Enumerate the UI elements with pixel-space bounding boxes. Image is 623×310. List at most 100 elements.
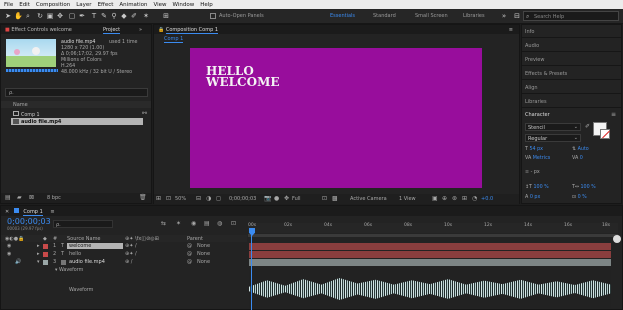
pen-tool-icon[interactable]: ✒ bbox=[78, 12, 86, 20]
column-name[interactable]: Name bbox=[13, 102, 28, 108]
zoom-level[interactable]: 50% bbox=[175, 196, 186, 202]
work-area-end-handle[interactable] bbox=[613, 235, 621, 243]
puppet-tool-icon[interactable]: ✶ bbox=[142, 12, 150, 20]
parent-pickwhip-icon[interactable]: @ bbox=[187, 251, 192, 257]
flowchart-icon[interactable]: ⊛ bbox=[452, 195, 457, 202]
menu-layer[interactable]: Layer bbox=[76, 2, 91, 8]
interpret-footage-icon[interactable]: ▤ bbox=[5, 194, 11, 201]
expand-arrow-icon[interactable]: ▸ bbox=[37, 243, 40, 249]
expand-arrow-icon[interactable]: ▸ bbox=[37, 251, 40, 257]
workspace-essentials[interactable]: Essentials bbox=[330, 13, 355, 19]
sync-icon[interactable]: ⊟ bbox=[513, 12, 521, 20]
comp-breadcrumb[interactable]: Comp 1 bbox=[164, 36, 184, 43]
always-preview-icon[interactable]: ⊞ bbox=[156, 195, 161, 202]
layer-name[interactable]: welcome bbox=[67, 243, 123, 249]
layer-row[interactable]: ◉ ▸ 2 T hello ⊕✦ / @ None bbox=[1, 251, 247, 258]
waveform-group[interactable]: ▾ Waveform bbox=[55, 268, 83, 273]
layer-bar[interactable] bbox=[249, 259, 611, 266]
type-tool-icon[interactable]: T bbox=[90, 12, 98, 20]
column-source-name[interactable]: Source Name bbox=[67, 236, 101, 242]
panel-effects-presets[interactable]: Effects & Presets bbox=[525, 71, 567, 77]
toggle-pixel-icon[interactable]: ▣ bbox=[432, 195, 438, 202]
flowchart-icon[interactable]: ⚯ bbox=[142, 110, 147, 117]
audio-icon[interactable]: 🔊 bbox=[15, 259, 21, 265]
tab-effect-controls[interactable]: Effect Controls welcome bbox=[11, 27, 72, 33]
fast-preview-icon[interactable]: ⊡ bbox=[322, 195, 327, 202]
reset-exposure-icon[interactable]: ⊕ bbox=[442, 195, 447, 202]
shape-tool-icon[interactable]: ▢ bbox=[68, 12, 76, 20]
project-search-input[interactable]: ρ. bbox=[5, 88, 148, 97]
font-style-select[interactable]: Regular ⌄ bbox=[525, 134, 581, 142]
work-area-bar[interactable] bbox=[248, 234, 618, 237]
playhead-line[interactable] bbox=[251, 235, 252, 310]
vertical-scale-field[interactable]: ↕T 100 % bbox=[525, 185, 549, 190]
expand-arrow-icon[interactable]: ▾ bbox=[37, 259, 40, 265]
panel-menu-icon[interactable]: ≡ bbox=[50, 209, 54, 215]
time-ruler[interactable]: 00s 02s 04s 06s 08s 10s 12s 14s 16s 18s bbox=[248, 223, 618, 233]
project-item-footage[interactable]: audio file.mp4 bbox=[11, 118, 143, 125]
delete-icon[interactable]: 🗑 bbox=[139, 194, 147, 201]
menu-window[interactable]: Window bbox=[173, 2, 195, 8]
workspace-more-icon[interactable]: » bbox=[500, 12, 508, 20]
comp-timecode[interactable]: 0;00;00;03 bbox=[229, 196, 256, 202]
parent-pickwhip-icon[interactable]: @ bbox=[187, 243, 192, 249]
search-help-field[interactable]: ⌕ Search Help bbox=[523, 11, 619, 21]
baseline-shift-field[interactable]: A 0 px bbox=[525, 195, 540, 200]
menu-view[interactable]: View bbox=[153, 2, 166, 8]
camera-view[interactable]: Active Camera bbox=[350, 196, 387, 202]
layer-row[interactable]: 🔊 ▾ 3 audio file.mp4 ⊕ / @ None bbox=[1, 259, 247, 266]
tab-composition[interactable]: Composition Comp 1 bbox=[165, 27, 219, 34]
panel-align[interactable]: Align bbox=[525, 85, 538, 91]
roto-brush-tool-icon[interactable]: ✐ bbox=[130, 12, 138, 20]
transparency-grid-icon[interactable]: ▩ bbox=[332, 195, 338, 202]
layer-switches-icons[interactable]: ⊕✦ / bbox=[125, 243, 137, 249]
bit-depth-label[interactable]: 8 bpc bbox=[47, 195, 61, 201]
workspace-small-screen[interactable]: Small Screen bbox=[415, 13, 448, 19]
draft-3d-icon[interactable]: ✶ bbox=[176, 220, 181, 227]
exposure-value[interactable]: +0.0 bbox=[481, 196, 493, 202]
label-color-swatch[interactable] bbox=[43, 252, 48, 257]
grid-icon[interactable]: ⊟ bbox=[196, 195, 201, 202]
layer-bar[interactable] bbox=[249, 243, 611, 250]
menu-composition[interactable]: Composition bbox=[36, 2, 70, 8]
snap-icon[interactable]: ⊞ bbox=[162, 12, 170, 20]
lock-icon[interactable]: 🔒 bbox=[158, 27, 164, 33]
shy-icon[interactable]: ◉ bbox=[191, 220, 196, 227]
visibility-icon[interactable]: ◉ bbox=[7, 243, 11, 249]
timeline-timecode[interactable]: 0;00;00;03 bbox=[7, 217, 51, 226]
panel-audio[interactable]: Audio bbox=[525, 43, 539, 49]
eyedropper-icon[interactable]: ✐ bbox=[585, 123, 590, 130]
layer-bar[interactable] bbox=[249, 251, 611, 258]
project-item-comp[interactable]: Comp 1 bbox=[13, 111, 40, 118]
layer-name[interactable]: audio file.mp4 bbox=[69, 259, 105, 265]
layer-parent-value[interactable]: None bbox=[197, 243, 210, 249]
selection-tool-icon[interactable]: ➤ bbox=[4, 12, 12, 20]
column-parent[interactable]: Parent bbox=[187, 236, 203, 242]
kerning-field[interactable]: VA Metrics bbox=[525, 156, 550, 161]
clone-stamp-tool-icon[interactable]: ⚲ bbox=[110, 12, 118, 20]
rotate-tool-icon[interactable]: ↻ bbox=[36, 12, 44, 20]
panel-menu-icon[interactable]: ≡ bbox=[611, 111, 616, 118]
camera-tool-icon[interactable]: ▣ bbox=[46, 12, 54, 20]
pan-behind-tool-icon[interactable]: ✥ bbox=[56, 12, 64, 20]
show-channel-icon[interactable]: ● bbox=[274, 195, 279, 202]
font-family-select[interactable]: Stencil ⌄ bbox=[525, 123, 581, 131]
workspace-standard[interactable]: Standard bbox=[373, 13, 396, 19]
comp-render-icon[interactable]: ⊞ bbox=[462, 195, 467, 202]
menu-animation[interactable]: Animation bbox=[119, 2, 147, 8]
tracking-field[interactable]: VA 0 bbox=[572, 156, 583, 161]
layer-parent-value[interactable]: None bbox=[197, 251, 210, 257]
eraser-tool-icon[interactable]: ◆ bbox=[120, 12, 128, 20]
menu-effect[interactable]: Effect bbox=[98, 2, 114, 8]
composition-canvas[interactable]: HELLO WELCOME bbox=[190, 48, 482, 188]
layer-parent-value[interactable]: None bbox=[197, 259, 210, 265]
workspace-libraries[interactable]: Libraries bbox=[463, 13, 485, 19]
close-icon[interactable]: ■ bbox=[5, 27, 10, 33]
new-folder-icon[interactable]: ▰ bbox=[17, 194, 22, 201]
menu-help[interactable]: Help bbox=[200, 2, 213, 8]
comp-mini-flowchart-icon[interactable]: ⇆ bbox=[161, 220, 166, 227]
graph-editor-icon[interactable]: ⊡ bbox=[231, 220, 236, 227]
motion-blur-icon[interactable]: ◍ bbox=[217, 220, 222, 227]
label-color-swatch[interactable] bbox=[43, 260, 48, 265]
frame-blending-icon[interactable]: ▤ bbox=[204, 220, 210, 227]
